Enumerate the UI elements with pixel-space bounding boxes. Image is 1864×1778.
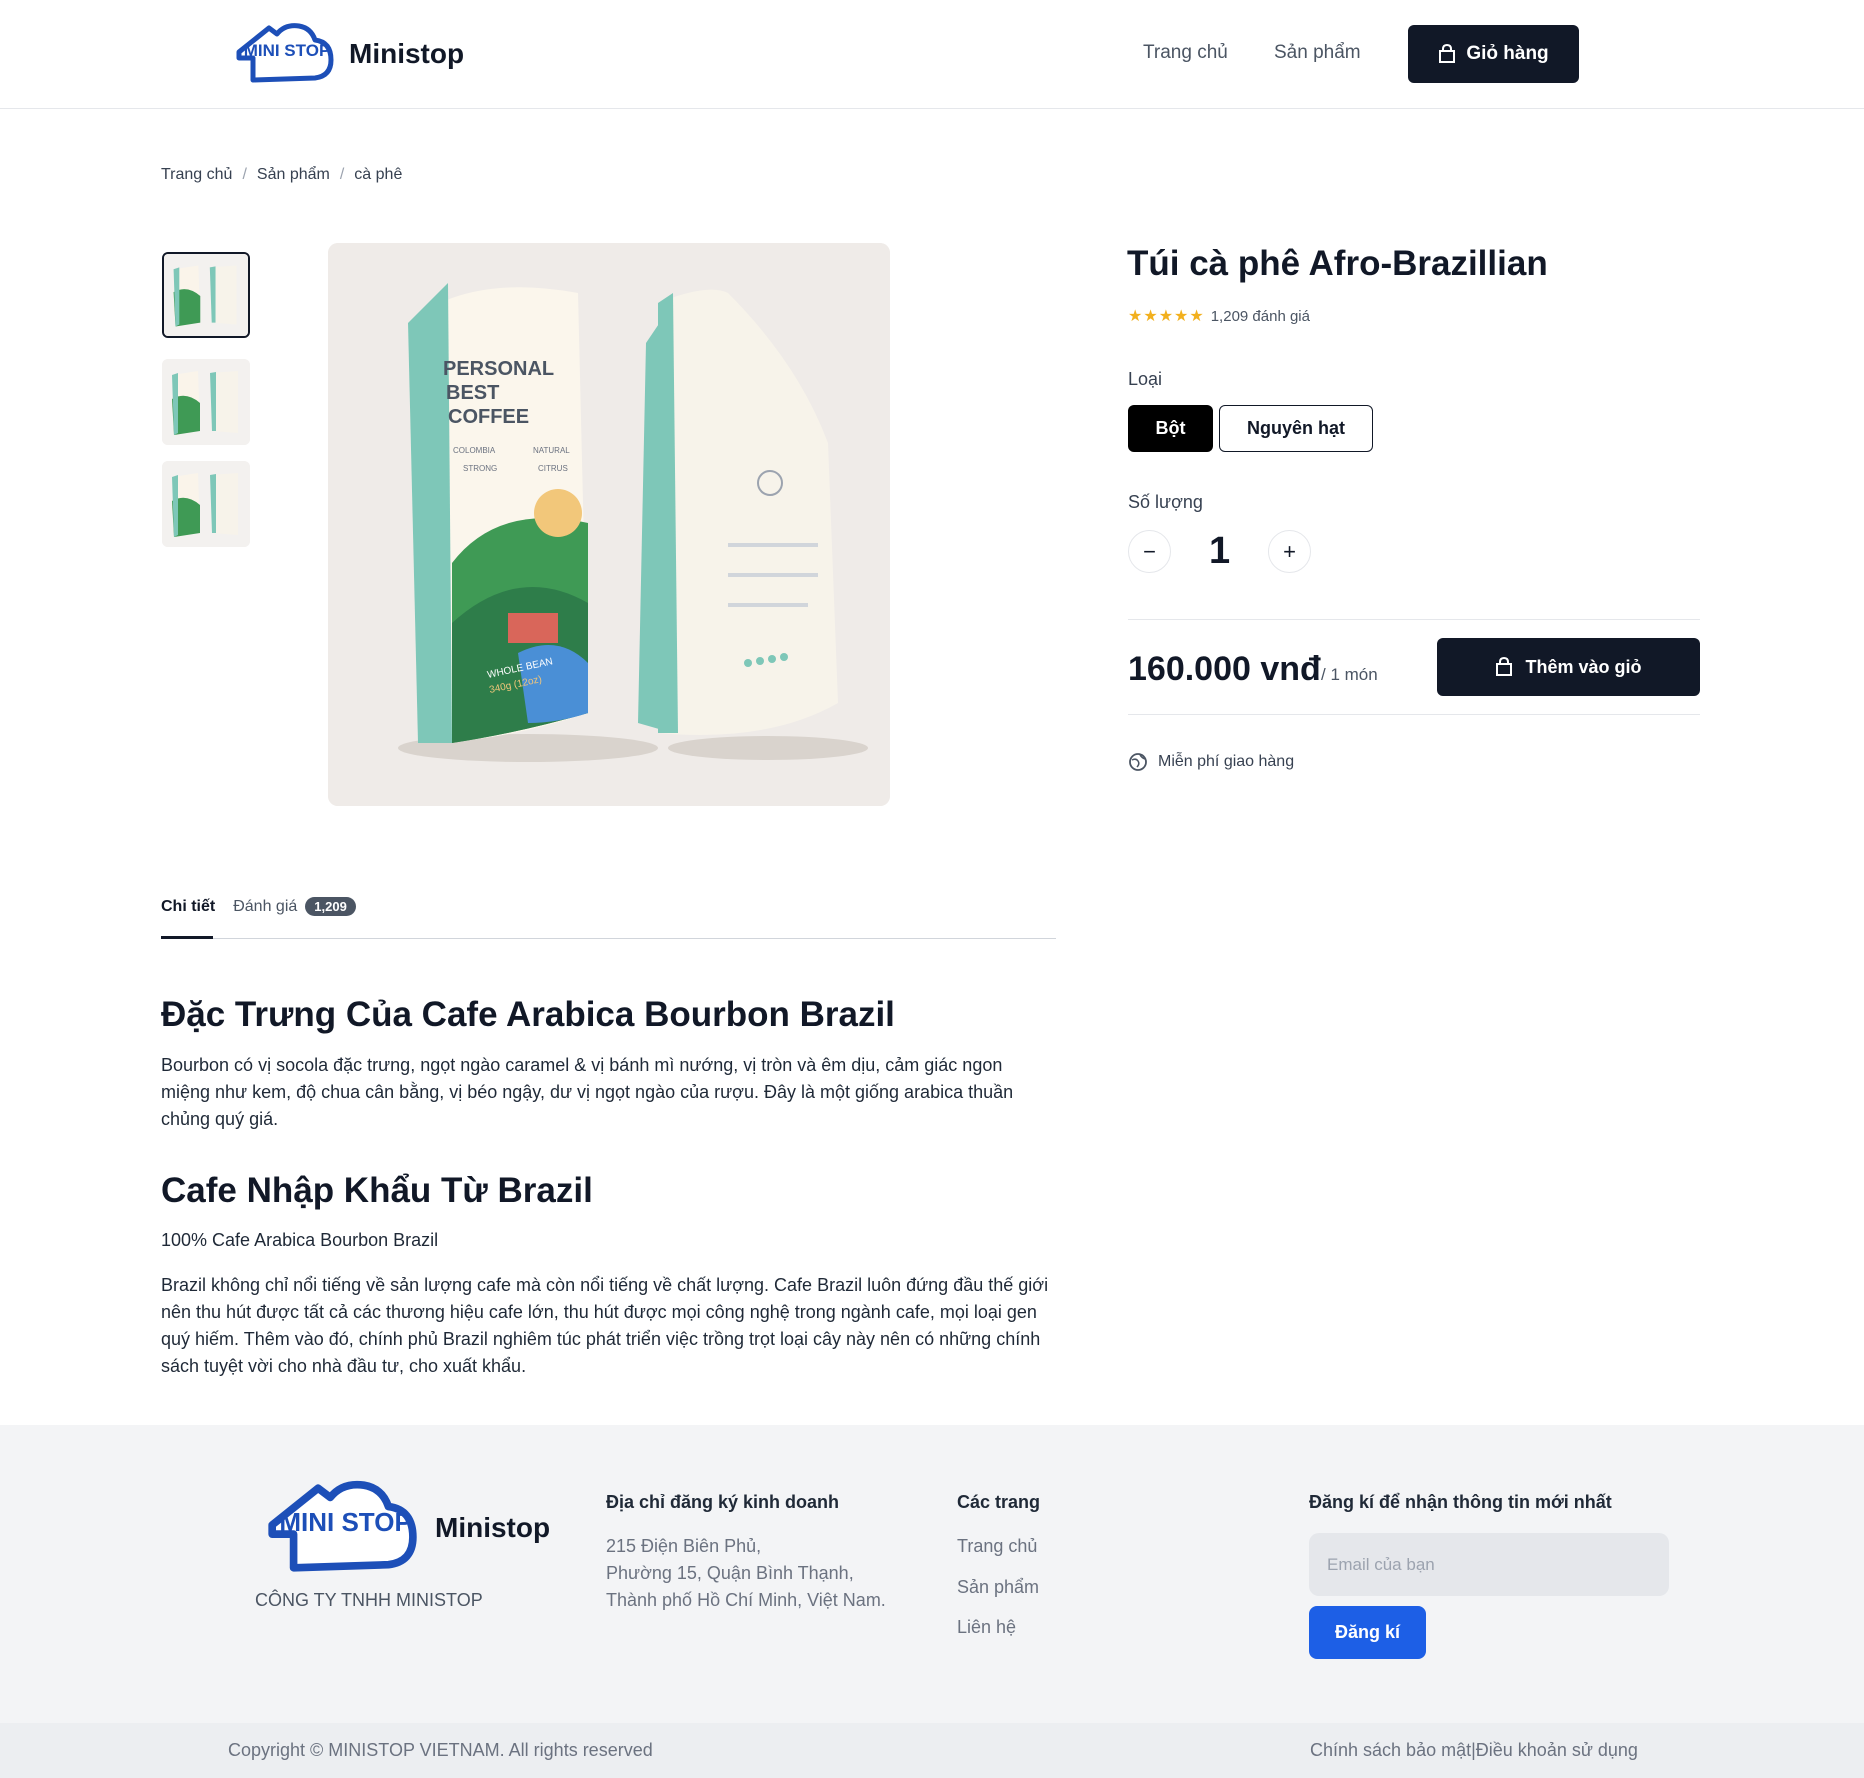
section-heading-characteristics: Đặc Trưng Của Cafe Arabica Bourbon Brazi… [161, 995, 895, 1034]
copyright-text: Copyright © MINISTOP VIETNAM. All rights… [228, 1740, 653, 1760]
footer-link-products[interactable]: Sản phẩm [957, 1577, 1039, 1598]
brand-logo[interactable]: MINI STOP Ministop [233, 22, 464, 86]
footer-brand-logo[interactable]: MINI STOP Ministop [263, 1478, 550, 1578]
newsletter-email-input[interactable] [1309, 1533, 1669, 1596]
gallery-thumbnail-2[interactable] [162, 359, 250, 445]
pages-heading: Các trang [957, 1492, 1041, 1512]
plus-icon: + [1283, 538, 1296, 564]
nav-home[interactable]: Trang chủ [1143, 42, 1228, 64]
address-heading: Địa chỉ đăng ký kinh doanh [606, 1492, 840, 1512]
policy-links[interactable]: Chính sách bảo mật|Điều khoản sử dụng [1310, 1740, 1638, 1761]
shipping-info: Miễn phí giao hàng [1128, 752, 1294, 772]
globe-icon [1129, 753, 1147, 771]
divider [1128, 619, 1700, 620]
svg-text:MINI STOP: MINI STOP [244, 41, 331, 60]
section-paragraph: Brazil không chỉ nổi tiếng về sản lượng … [161, 1275, 1049, 1376]
cart-label: Giỏ hàng [1466, 43, 1549, 64]
variant-option-whole-bean[interactable]: Nguyên hạt [1219, 405, 1373, 452]
breadcrumb: Trang chủ / Sản phẩm / cà phê [161, 166, 402, 184]
address-line: Thành phố Hồ Chí Minh, Việt Nam. [606, 1590, 886, 1610]
price-unit: / 1 món [1321, 665, 1378, 684]
svg-text:PERSONAL: PERSONAL [443, 358, 554, 380]
breadcrumb-current: cà phê [354, 166, 403, 183]
svg-text:CITRUS: CITRUS [538, 464, 568, 473]
variant-label: Loại [1128, 369, 1163, 389]
breadcrumb-separator: / [242, 166, 247, 183]
product-price: 160.000 vnđ [1128, 650, 1321, 688]
svg-text:STRONG: STRONG [463, 464, 497, 473]
company-name: CÔNG TY TNHH MINISTOP [255, 1590, 483, 1610]
svg-text:MINI STOP: MINI STOP [279, 1507, 411, 1537]
ministop-logo-icon: MINI STOP [268, 1480, 417, 1572]
address-line: Phường 15, Quận Bình Thạnh, [606, 1563, 854, 1583]
nav-products[interactable]: Sản phẩm [1274, 42, 1361, 64]
svg-text:COFFEE: COFFEE [448, 406, 529, 428]
gallery-thumbnail-3[interactable] [162, 461, 250, 547]
breadcrumb-products[interactable]: Sản phẩm [257, 166, 330, 184]
product-tabs: Chi tiết Đánh giá 1,209 [161, 897, 356, 916]
gallery-thumbnail-1[interactable] [162, 252, 250, 338]
footer-link-contact[interactable]: Liên hệ [957, 1617, 1016, 1638]
add-to-cart-button[interactable]: Thêm vào giỏ [1437, 638, 1700, 696]
coffee-bag-thumbnail-image [162, 461, 250, 547]
section-heading-import: Cafe Nhập Khẩu Từ Brazil [161, 1171, 593, 1210]
divider [1128, 714, 1700, 715]
address-line: 215 Điện Biên Phủ, [606, 1536, 762, 1556]
site-header: MINI STOP Ministop Trang chủ Sản phẩm Gi… [0, 0, 1864, 109]
star-rating-icon: ★★★★★ [1128, 308, 1205, 325]
reviews-count: 1,209 đánh giá [1210, 307, 1310, 325]
cart-button[interactable]: Giỏ hàng [1408, 25, 1579, 83]
reviews-badge: 1,209 [305, 897, 356, 916]
product-main-image: PERSONAL BEST COFFEE COLOMBIA NATURAL ST… [328, 243, 890, 806]
footer-brand-name: Ministop [435, 1512, 551, 1543]
active-tab-indicator [161, 936, 213, 939]
breadcrumb-separator: / [339, 166, 345, 183]
subscribe-button[interactable]: Đăng kí [1309, 1606, 1426, 1659]
brand-name: Ministop [349, 38, 465, 69]
section-paragraph: Bourbon có vị socola đặc trưng, ngọt ngà… [161, 1055, 1014, 1129]
quantity-label: Số lượng [1128, 492, 1203, 512]
variant-option-powder[interactable]: Bột [1128, 405, 1213, 452]
shopping-bag-icon [1496, 657, 1513, 676]
tab-details[interactable]: Chi tiết [161, 898, 215, 916]
coffee-bag-thumbnail-image [164, 254, 248, 336]
breadcrumb-home[interactable]: Trang chủ [161, 166, 232, 184]
quantity-increase-button[interactable]: + [1268, 530, 1311, 573]
quantity-value: 1 [1209, 530, 1231, 572]
minus-icon: − [1143, 538, 1156, 564]
footer-link-home[interactable]: Trang chủ [957, 1536, 1037, 1557]
shopping-bag-icon [1439, 44, 1456, 63]
svg-text:NATURAL: NATURAL [533, 446, 570, 455]
svg-text:BEST: BEST [446, 382, 499, 404]
coffee-bag-thumbnail-image [162, 359, 250, 445]
ministop-logo-icon: MINI STOP [236, 23, 334, 83]
svg-text:COLOMBIA: COLOMBIA [453, 446, 496, 455]
newsletter-heading: Đăng kí để nhận thông tin mới nhất [1309, 1492, 1612, 1512]
coffee-bag-illustration: PERSONAL BEST COFFEE COLOMBIA NATURAL ST… [328, 243, 890, 806]
tabs-divider [161, 938, 1056, 939]
product-title: Túi cà phê Afro-Brazillian [1127, 244, 1548, 283]
product-rating[interactable]: ★★★★★ 1,209 đánh giá [1128, 306, 1310, 326]
quantity-decrease-button[interactable]: − [1128, 530, 1171, 573]
tab-reviews[interactable]: Đánh giá [233, 898, 297, 916]
section-paragraph: 100% Cafe Arabica Bourbon Brazil [161, 1230, 439, 1250]
shipping-text: Miễn phí giao hàng [1158, 753, 1295, 770]
add-to-cart-label: Thêm vào giỏ [1525, 656, 1642, 677]
